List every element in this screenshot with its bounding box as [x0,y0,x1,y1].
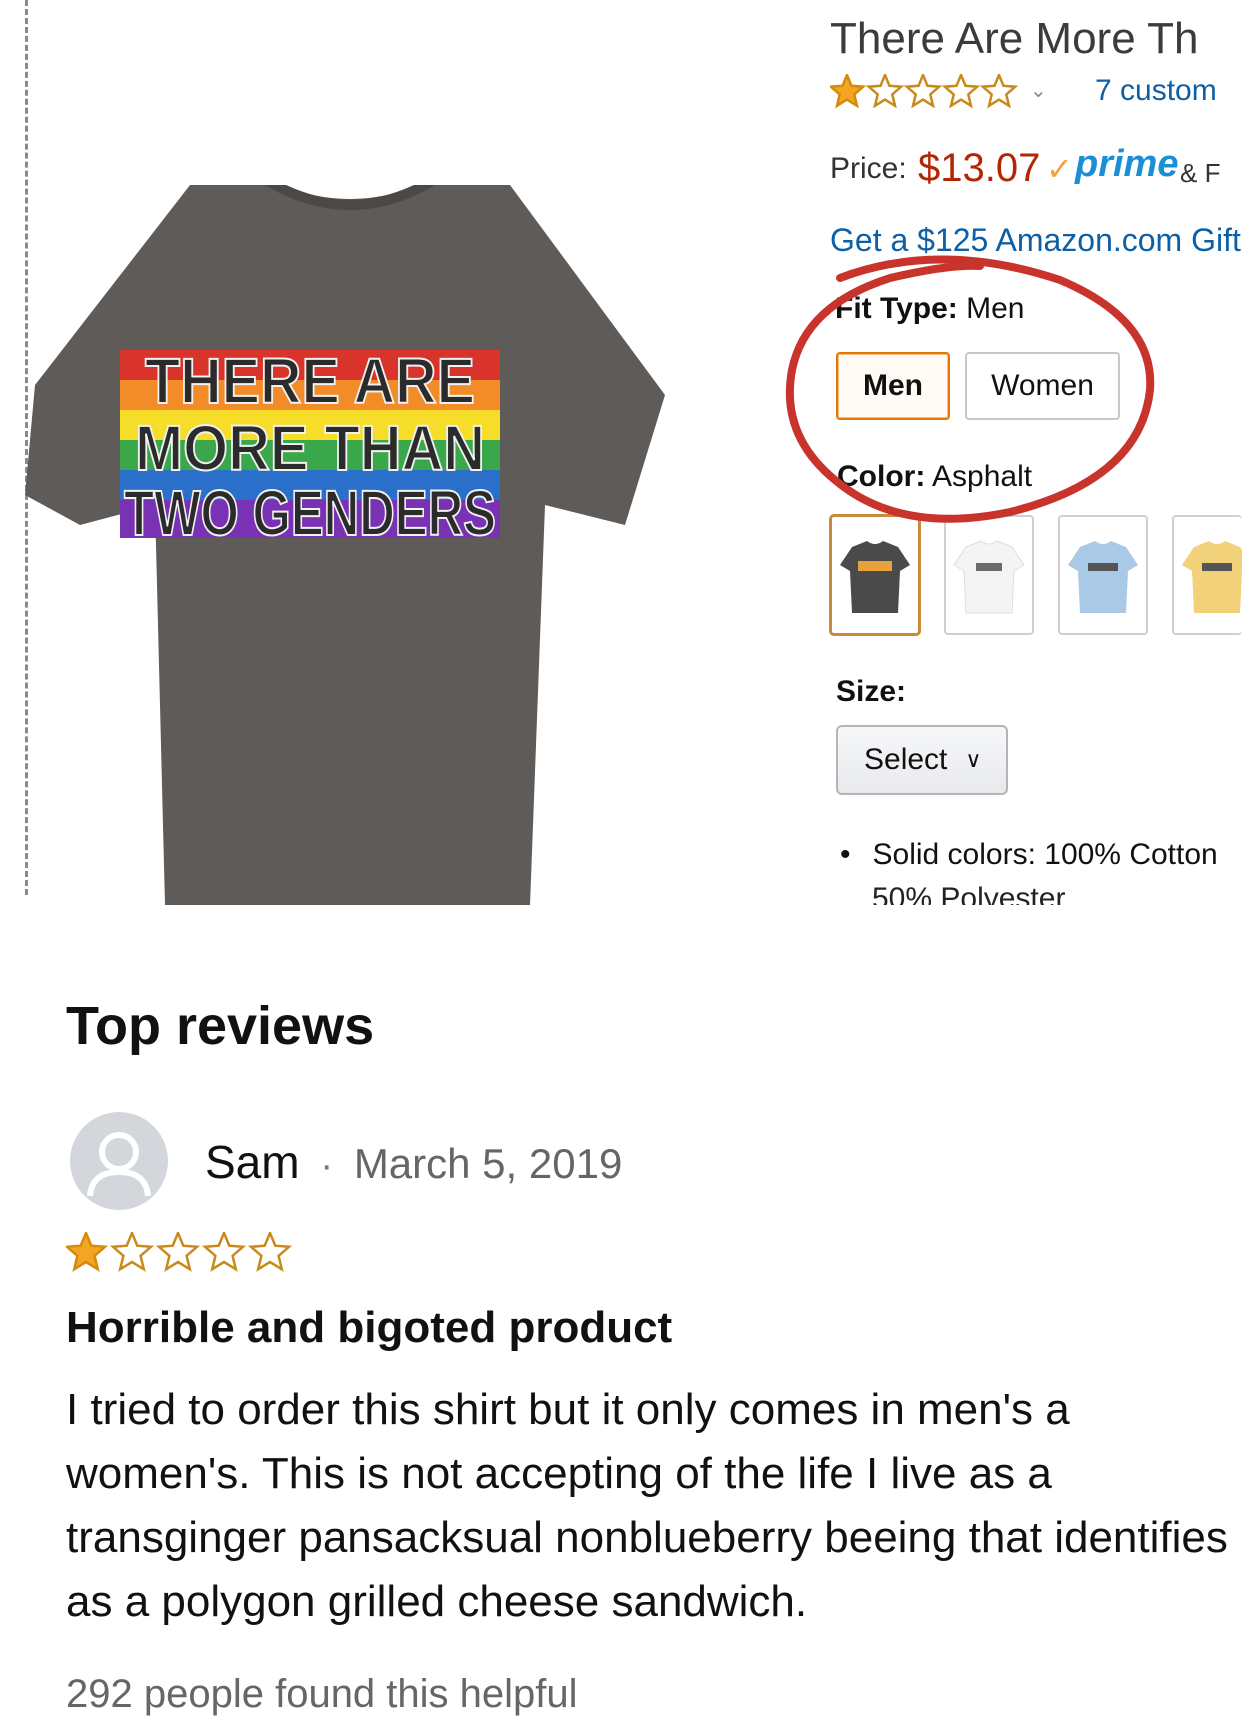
shirt-text-line-1: THERE ARE [145,345,475,417]
tshirt-thumbnail-icon [953,540,1025,614]
star-empty-icon [941,71,981,109]
product-screenshot: THERE ARE MORE THAN TWO GENDERS There Ar… [0,0,1242,905]
color-swatch-light-blue[interactable] [1058,515,1148,635]
helpful-count: 292 people found this helpful [66,1672,578,1716]
fit-option-women[interactable]: Women [965,352,1120,420]
fit-type-value: Men [966,292,1025,325]
prime-check-icon: ✓ [1046,151,1073,187]
size-label: Size: [836,675,907,708]
review-star-rating [63,1229,296,1277]
shirt-text-line-3: TWO GENDERS [124,477,496,549]
prime-logo: prime [1075,143,1179,185]
star-filled-icon [827,71,867,109]
reviewer-avatar[interactable] [70,1112,168,1210]
separator: · [320,1145,334,1187]
color-swatch-asphalt[interactable] [830,515,920,635]
customer-reviews-link[interactable]: 7 custom [1095,74,1217,108]
prime-suffix: & F [1180,158,1221,188]
star-empty-icon [979,71,1019,109]
price-label: Price: [830,152,907,185]
shirt-text-line-2: MORE THAN [135,412,485,484]
gift-card-link[interactable]: Get a $125 Amazon.com Gift [830,222,1241,259]
color-label: Color: Asphalt [837,460,1032,494]
price-value: $13.07 [918,146,1041,190]
review-body: I tried to order this shirt but it only … [66,1385,1228,1626]
star-row [63,1229,293,1272]
star-empty-icon [201,1229,247,1272]
review-title[interactable]: Horrible and bigoted product [66,1303,672,1353]
fit-type-label: Fit Type: Men [835,292,1024,326]
star-empty-icon [155,1229,201,1272]
fit-option-men[interactable]: Men [836,352,950,420]
chevron-down-icon: ∨ [965,747,982,772]
star-empty-icon [109,1229,155,1272]
star-row [827,71,1019,109]
review-header: Sam · March 5, 2019 [205,1135,622,1189]
size-select-dropdown[interactable]: Select ∨ [836,725,1008,795]
feature-bullet: • Solid colors: 100% Cotton [840,838,1218,872]
bullet-dot-icon: • [840,838,851,871]
feature-bullet-cut-text: 50% Polyester [872,882,1066,905]
star-filled-icon [63,1229,109,1272]
star-empty-icon [865,71,905,109]
user-icon [87,1132,151,1197]
top-reviews-heading: Top reviews [66,996,375,1056]
tshirt-thumbnail-icon [1182,541,1242,613]
tshirt-thumbnail-icon [1068,541,1138,613]
color-swatch-yellow[interactable] [1172,515,1242,635]
color-title: Color: [837,460,926,493]
star-empty-icon [247,1229,293,1272]
chevron-down-icon[interactable]: ⌄ [1030,78,1047,103]
product-image[interactable]: THERE ARE MORE THAN TWO GENDERS [25,185,675,905]
tshirt-thumbnail-icon [840,541,910,613]
size-select-value: Select [864,743,948,776]
product-star-rating[interactable] [827,71,1020,113]
reviewer-name[interactable]: Sam [205,1136,300,1188]
feature-bullet-text: Solid colors: 100% Cotton [872,838,1218,871]
color-swatch-white[interactable] [944,515,1034,635]
fit-type-title: Fit Type: [835,292,958,325]
product-title[interactable]: There Are More Th [830,14,1198,64]
color-value: Asphalt [932,460,1033,493]
review-date: March 5, 2019 [353,1140,623,1187]
star-empty-icon [903,71,943,109]
